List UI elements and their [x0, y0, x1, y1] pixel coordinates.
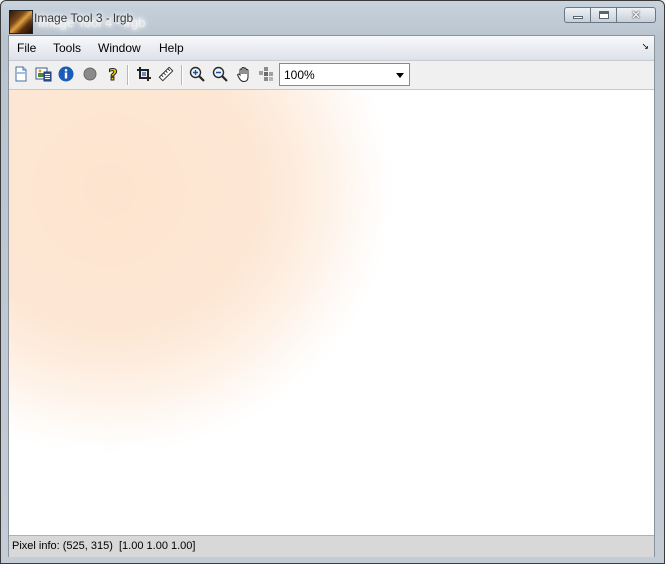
menu-window[interactable]: Window	[98, 41, 141, 55]
image-canvas[interactable]	[9, 89, 654, 536]
pixel-region-button[interactable]	[257, 65, 275, 83]
menu-help[interactable]: Help	[159, 41, 184, 55]
ruler-icon	[158, 66, 174, 82]
hand-icon	[237, 66, 249, 82]
pixel-info-text: Pixel info: (525, 315) [1.00 1.00 1.00]	[12, 540, 196, 552]
menu-file[interactable]: File	[17, 41, 36, 55]
help-button[interactable]: ?	[104, 65, 122, 83]
menu-bar: File Tools Window Help ↘	[9, 36, 654, 61]
close-icon: ✕	[630, 8, 642, 22]
contrast-circle-icon	[83, 67, 97, 81]
status-bar: Pixel info: (525, 315) [1.00 1.00 1.00]	[9, 535, 654, 557]
zoom-level-select[interactable]: 100%	[279, 63, 410, 86]
zoom-in-button[interactable]	[188, 65, 206, 83]
page-icon	[15, 66, 27, 82]
menu-tools[interactable]: Tools	[53, 41, 81, 55]
toolbar: ? 100%	[9, 61, 654, 88]
crop-button[interactable]	[135, 65, 153, 83]
minimize-icon	[572, 16, 583, 19]
info-button[interactable]	[57, 65, 75, 83]
pan-button[interactable]	[235, 65, 253, 83]
measure-button[interactable]	[157, 65, 175, 83]
zoom-out-icon	[212, 66, 228, 82]
contrast-button[interactable]	[81, 65, 99, 83]
minimize-button[interactable]	[564, 7, 590, 23]
title-bar[interactable]: Image Tool 4 - lrgb Image Tool 3 - lrgb …	[1, 1, 664, 35]
window-controls: ✕	[564, 7, 656, 23]
menu-overflow-icon[interactable]: ↘	[641, 41, 649, 52]
maximize-icon	[598, 11, 609, 19]
info-icon	[58, 66, 74, 82]
chevron-down-icon[interactable]	[396, 73, 404, 78]
crop-icon	[137, 67, 151, 81]
new-figure-button[interactable]	[12, 65, 30, 83]
app-icon[interactable]	[9, 10, 33, 34]
picture-icon	[35, 67, 51, 82]
zoom-out-button[interactable]	[211, 65, 229, 83]
toolbar-separator	[127, 65, 129, 85]
window-title: Image Tool 3 - lrgb	[34, 11, 134, 25]
close-button[interactable]: ✕	[616, 7, 656, 23]
image-info-button[interactable]	[34, 65, 52, 83]
svg-text:?: ?	[108, 66, 117, 83]
app-window: Image Tool 4 - lrgb Image Tool 3 - lrgb …	[0, 0, 665, 564]
pixel-region-icon	[259, 67, 273, 81]
window-title-group: Image Tool 4 - lrgb Image Tool 3 - lrgb	[34, 11, 145, 30]
zoom-level-value: 100%	[284, 68, 315, 82]
image-content	[9, 90, 389, 450]
zoom-in-icon	[189, 66, 205, 82]
maximize-button[interactable]	[590, 7, 616, 23]
help-icon: ?	[108, 66, 118, 83]
client-area: File Tools Window Help ↘ ? 100% Pixel in…	[8, 35, 655, 557]
toolbar-separator	[181, 65, 183, 85]
